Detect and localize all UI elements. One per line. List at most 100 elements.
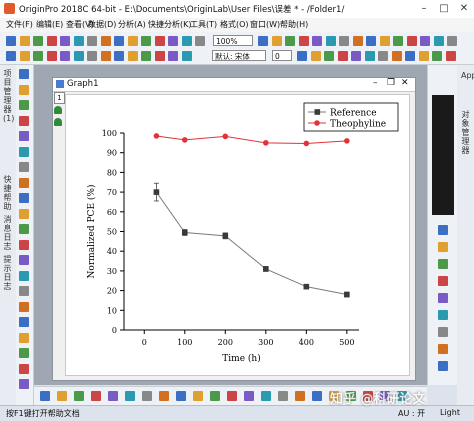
toolbar-button-icon[interactable] [258, 36, 268, 46]
toolbar-button-icon[interactable] [19, 286, 29, 296]
toolbar-button-icon[interactable] [176, 391, 186, 401]
zoom-select[interactable]: 100% [213, 35, 253, 46]
toolbar-button-icon[interactable] [168, 36, 178, 46]
tab-quick-help[interactable]: 快捷帮助 [3, 175, 12, 211]
toolbar-button-icon[interactable] [6, 36, 16, 46]
toolbar-button-icon[interactable] [418, 51, 429, 61]
toolbar-button-icon[interactable] [40, 391, 50, 401]
toolbar-button-icon[interactable] [406, 36, 417, 46]
toolbar-button-icon[interactable] [100, 36, 111, 46]
toolbar-button-icon[interactable] [378, 51, 388, 61]
toolbar-button-icon[interactable] [420, 36, 430, 46]
toolbar-button-icon[interactable] [438, 361, 448, 371]
toolbar-button-icon[interactable] [364, 51, 375, 61]
toolbar-button-icon[interactable] [60, 36, 70, 46]
toolbar-button-icon[interactable] [271, 36, 282, 46]
toolbar-button-icon[interactable] [438, 327, 448, 337]
toolbar-button-icon[interactable] [324, 51, 334, 61]
toolbar-button-icon[interactable] [19, 162, 29, 172]
toolbar-button-icon[interactable] [278, 391, 288, 401]
menu-format[interactable]: 格式(O) [220, 19, 249, 30]
toolbar-button-icon[interactable] [447, 36, 457, 46]
toolbar-button-icon[interactable] [438, 225, 448, 235]
layer-indicator[interactable]: 1 [54, 92, 65, 104]
tab-message-log[interactable]: 消息日志 [3, 215, 12, 251]
toolbar-button-icon[interactable] [438, 344, 448, 354]
toolbar-button-icon[interactable] [19, 100, 29, 110]
toolbar-button-icon[interactable] [337, 51, 348, 61]
toolbar-button-icon[interactable] [351, 51, 361, 61]
maximize-icon[interactable]: □ [434, 0, 454, 18]
toolbar-button-icon[interactable] [46, 36, 57, 46]
toolbar-button-icon[interactable] [298, 36, 309, 46]
toolbar-button-icon[interactable] [19, 69, 29, 79]
toolbar-button-icon[interactable] [19, 348, 29, 358]
toolbar-button-icon[interactable] [127, 36, 138, 46]
font-size-select[interactable]: 0 [272, 50, 292, 61]
toolbar-button-icon[interactable] [19, 270, 29, 281]
toolbar-button-icon[interactable] [438, 242, 448, 252]
toolbar-button-icon[interactable] [19, 301, 29, 312]
toolbar-button-icon[interactable] [159, 391, 169, 401]
toolbar-button-icon[interactable] [432, 51, 442, 61]
toolbar-button-icon[interactable] [19, 193, 29, 203]
close-icon[interactable]: ✕ [454, 0, 474, 18]
toolbar-button-icon[interactable] [114, 36, 124, 46]
toolbar-button-icon[interactable] [19, 363, 29, 374]
graph-restore-icon[interactable]: ❐ [387, 78, 395, 88]
toolbar-button-icon[interactable] [19, 317, 29, 327]
toolbar-button-icon[interactable] [195, 36, 205, 46]
toolbar-button-icon[interactable] [261, 391, 271, 401]
toolbar-button-icon[interactable] [193, 391, 203, 401]
tab-object-manager[interactable]: 对象管理器 [461, 110, 470, 155]
toolbar-button-icon[interactable] [19, 51, 30, 61]
toolbar-button-icon[interactable] [227, 391, 237, 401]
toolbar-button-icon[interactable] [19, 208, 29, 219]
toolbar-button-icon[interactable] [168, 51, 178, 61]
toolbar-button-icon[interactable] [19, 84, 29, 95]
toolbar-button-icon[interactable] [312, 391, 322, 401]
toolbar-button-icon[interactable] [438, 310, 448, 320]
toolbar-button-icon[interactable] [405, 51, 415, 61]
toolbar-button-icon[interactable] [19, 146, 29, 157]
toolbar-button-icon[interactable] [19, 379, 29, 389]
toolbar-button-icon[interactable] [125, 391, 135, 401]
toolbar-button-icon[interactable] [87, 36, 97, 46]
graph-window-titlebar[interactable]: Graph1 – ❐ ✕ [53, 78, 415, 92]
menu-edit[interactable]: 编辑(E) [36, 19, 63, 30]
graph-close-icon[interactable]: ✕ [401, 78, 409, 88]
toolbar-button-icon[interactable] [114, 51, 124, 61]
graph-minimize-icon[interactable]: – [373, 78, 378, 88]
toolbar-button-icon[interactable] [445, 51, 456, 61]
toolbar-button-icon[interactable] [391, 51, 402, 61]
toolbar-button-icon[interactable] [127, 51, 138, 61]
toolbar-button-icon[interactable] [379, 36, 390, 46]
tab-apps[interactable]: Apps [461, 71, 474, 80]
menu-analysis[interactable]: 分析(A) [118, 19, 146, 30]
toolbar-button-icon[interactable] [285, 36, 295, 46]
toolbar-button-icon[interactable] [91, 391, 101, 401]
toolbar-button-icon[interactable] [181, 51, 192, 61]
toolbar-button-icon[interactable] [60, 51, 70, 61]
tab-hint-log[interactable]: 提示日志 [3, 255, 12, 291]
toolbar-button-icon[interactable] [100, 51, 111, 61]
toolbar-button-icon[interactable] [33, 36, 43, 46]
toolbar-button-icon[interactable] [154, 51, 165, 61]
lock-icon[interactable] [54, 106, 62, 114]
menu-data[interactable]: 数据(D) [88, 19, 116, 30]
toolbar-button-icon[interactable] [74, 391, 84, 401]
toolbar-button-icon[interactable] [438, 259, 448, 269]
toolbar-button-icon[interactable] [297, 51, 307, 61]
toolbar-button-icon[interactable] [19, 177, 29, 188]
menu-window[interactable]: 窗口(W) [250, 19, 280, 30]
menu-help[interactable]: 帮助(H) [280, 19, 308, 30]
toolbar-button-icon[interactable] [19, 36, 30, 46]
toolbar-button-icon[interactable] [19, 224, 29, 234]
toolbar-button-icon[interactable] [352, 36, 363, 46]
toolbar-button-icon[interactable] [295, 391, 305, 401]
toolbar-button-icon[interactable] [433, 36, 444, 46]
toolbar-button-icon[interactable] [325, 36, 336, 46]
toolbar-button-icon[interactable] [19, 332, 29, 343]
toolbar-button-icon[interactable] [19, 131, 29, 141]
toolbar-button-icon[interactable] [154, 36, 165, 46]
